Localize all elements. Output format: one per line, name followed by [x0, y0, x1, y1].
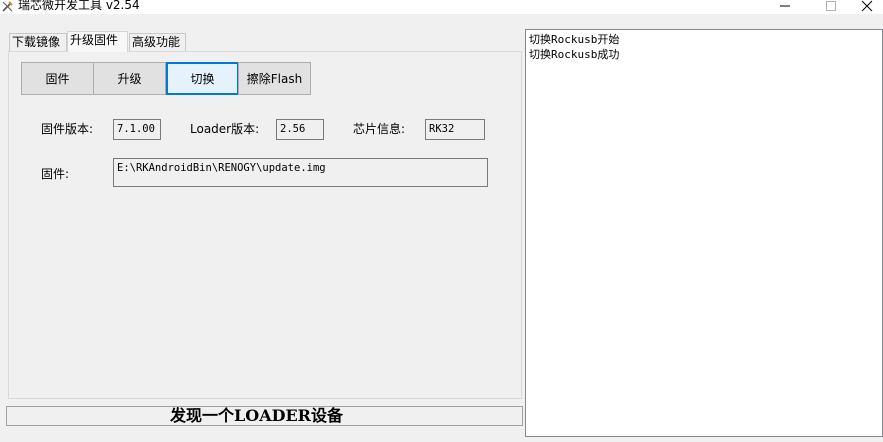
tab-upgrade-firmware[interactable]: 升级固件: [67, 31, 128, 52]
loader-version-field: 2.56: [276, 119, 324, 140]
app-tools-icon: [2, 1, 13, 12]
maximize-button[interactable]: [808, 0, 854, 14]
firmware-button[interactable]: 固件: [21, 62, 94, 95]
title-bar: 瑞芯微开发工具 v2.54: [0, 0, 883, 14]
switch-button[interactable]: 切换: [166, 62, 239, 95]
maximize-icon: [826, 1, 836, 11]
close-icon: [861, 0, 872, 12]
erase-flash-button[interactable]: 擦除Flash: [238, 62, 311, 95]
tab-advanced[interactable]: 高级功能: [129, 33, 186, 52]
minimize-button[interactable]: [762, 0, 808, 14]
firmware-path-field: E:\RKAndroidBin\RENOGY\update.img: [113, 158, 488, 187]
chip-info-field: RK32: [425, 119, 485, 140]
minimize-icon: [780, 5, 790, 7]
tab-download-image[interactable]: 下载镜像: [9, 33, 67, 52]
firmware-path-label: 固件:: [41, 167, 70, 181]
log-line: 切换Rockusb成功: [529, 48, 620, 61]
window-title: 瑞芯微开发工具 v2.54: [18, 0, 140, 12]
status-text: 发现一个LOADER设备: [170, 406, 343, 425]
firmware-version-label: 固件版本:: [41, 122, 94, 136]
upgrade-button[interactable]: 升级: [93, 62, 166, 95]
chip-info-label: 芯片信息:: [353, 122, 406, 136]
log-line: 切换Rockusb开始: [529, 33, 620, 46]
close-button[interactable]: [850, 0, 883, 14]
loader-version-label: Loader版本:: [190, 122, 260, 136]
firmware-version-field: 7.1.00: [113, 119, 161, 140]
log-panel[interactable]: 切换Rockusb开始 切换Rockusb成功: [525, 29, 883, 437]
upgrade-firmware-panel: [8, 51, 522, 399]
